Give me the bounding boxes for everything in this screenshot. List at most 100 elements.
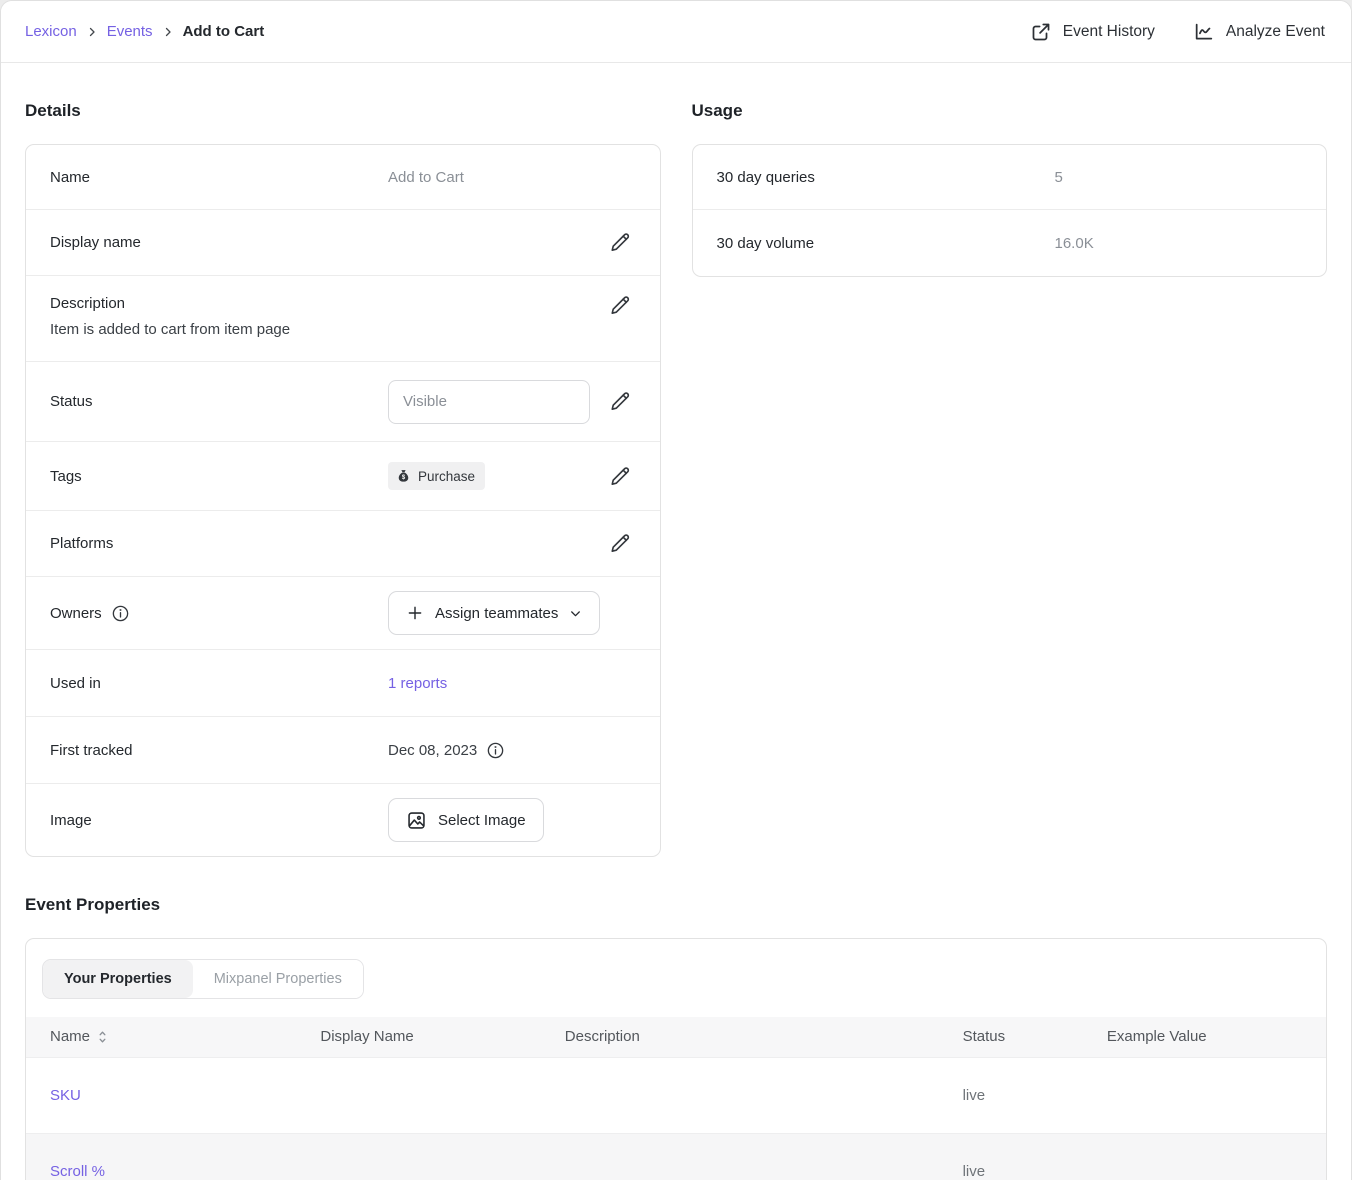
detail-row-first-tracked: First tracked Dec 08, 2023 xyxy=(26,716,660,783)
event-properties-section: Event Properties Your Properties Mixpane… xyxy=(25,895,1327,1180)
property-example-value xyxy=(1083,1057,1326,1133)
property-description xyxy=(541,1133,939,1180)
name-value: Add to Cart xyxy=(388,169,634,186)
event-history-label: Event History xyxy=(1063,23,1155,41)
first-tracked-label: First tracked xyxy=(50,742,388,759)
top-bar: Lexicon Events Add to Cart Event History xyxy=(1,1,1351,63)
property-link-sku[interactable]: SKU xyxy=(50,1087,81,1104)
event-history-button[interactable]: Event History xyxy=(1030,21,1155,43)
owners-info-icon[interactable] xyxy=(111,604,130,623)
property-description xyxy=(541,1057,939,1133)
breadcrumb-lexicon[interactable]: Lexicon xyxy=(25,23,77,40)
assign-teammates-label: Assign teammates xyxy=(435,605,558,622)
detail-row-owners: Owners Assign teammates xyxy=(26,576,660,649)
properties-tabs: Your Properties Mixpanel Properties xyxy=(42,959,364,999)
lexicon-event-detail-page: Lexicon Events Add to Cart Event History xyxy=(0,0,1352,1180)
property-example-value xyxy=(1083,1133,1326,1180)
analyze-event-button[interactable]: Analyze Event xyxy=(1193,21,1325,43)
detail-row-name: Name Add to Cart xyxy=(26,145,660,209)
description-label: Description xyxy=(50,295,388,312)
column-header-description: Description xyxy=(541,1017,939,1057)
event-properties-heading: Event Properties xyxy=(25,895,1327,915)
pencil-icon xyxy=(609,231,632,254)
chevron-down-icon xyxy=(569,607,582,620)
assign-teammates-button[interactable]: Assign teammates xyxy=(388,591,600,635)
breadcrumb-current-event: Add to Cart xyxy=(183,23,265,40)
details-section: Details Name Add to Cart Display name xyxy=(25,63,661,857)
platforms-label: Platforms xyxy=(50,535,388,552)
queries-label: 30 day queries xyxy=(717,169,1055,186)
description-text: Item is added to cart from item page xyxy=(50,321,634,338)
main-content: Details Name Add to Cart Display name xyxy=(1,63,1351,1180)
table-row: SKU live xyxy=(26,1057,1326,1133)
breadcrumb: Lexicon Events Add to Cart xyxy=(25,23,264,40)
detail-row-tags: Tags $ Purchase xyxy=(26,441,660,510)
detail-row-platforms: Platforms xyxy=(26,510,660,576)
used-in-reports-link[interactable]: 1 reports xyxy=(388,675,447,692)
breadcrumb-events[interactable]: Events xyxy=(107,23,153,40)
chevron-right-icon xyxy=(86,26,98,38)
pencil-icon xyxy=(609,294,632,317)
event-properties-card: Your Properties Mixpanel Properties Name xyxy=(25,938,1327,1180)
chevron-right-icon xyxy=(162,26,174,38)
status-input[interactable] xyxy=(388,380,590,424)
detail-row-status: Status xyxy=(26,361,660,441)
select-image-button[interactable]: Select Image xyxy=(388,798,544,842)
detail-row-display-name: Display name xyxy=(26,209,660,275)
external-link-icon xyxy=(1030,21,1052,43)
property-link-scroll-percent[interactable]: Scroll % xyxy=(50,1163,105,1180)
usage-card: 30 day queries 5 30 day volume 16.0K xyxy=(692,144,1328,277)
property-status: live xyxy=(939,1057,1083,1133)
line-chart-icon xyxy=(1193,21,1215,43)
analyze-event-label: Analyze Event xyxy=(1226,23,1325,41)
pencil-icon xyxy=(609,532,632,555)
column-header-example-value: Example Value xyxy=(1083,1017,1326,1057)
pencil-icon xyxy=(609,390,632,413)
name-header-label: Name xyxy=(50,1028,90,1045)
money-bag-icon: $ xyxy=(396,468,411,484)
queries-value: 5 xyxy=(1055,169,1301,186)
column-header-display-name: Display Name xyxy=(296,1017,540,1057)
status-label: Status xyxy=(50,393,388,410)
detail-row-description: Description Item is added to cart from i… xyxy=(26,275,660,361)
properties-table: Name Display Name Description Status Exa… xyxy=(26,1017,1326,1180)
table-row: Scroll % live xyxy=(26,1133,1326,1180)
image-label: Image xyxy=(50,812,388,829)
edit-tags-button[interactable] xyxy=(607,463,634,490)
tags-label: Tags xyxy=(50,468,388,485)
tag-chip-purchase: $ Purchase xyxy=(388,462,485,490)
select-image-label: Select Image xyxy=(438,812,526,829)
volume-label: 30 day volume xyxy=(717,235,1055,252)
usage-row-volume: 30 day volume 16.0K xyxy=(693,209,1327,276)
tag-label: Purchase xyxy=(418,469,475,484)
property-status: live xyxy=(939,1133,1083,1180)
first-tracked-info-icon[interactable] xyxy=(486,741,505,760)
pencil-icon xyxy=(609,465,632,488)
property-display-name xyxy=(296,1057,540,1133)
edit-description-button[interactable] xyxy=(607,292,634,319)
table-header-row: Name Display Name Description Status Exa… xyxy=(26,1017,1326,1057)
tab-mixpanel-properties[interactable]: Mixpanel Properties xyxy=(193,960,363,998)
volume-value: 16.0K xyxy=(1055,235,1301,252)
detail-row-used-in: Used in 1 reports xyxy=(26,649,660,716)
first-tracked-value: Dec 08, 2023 xyxy=(388,742,477,759)
display-name-label: Display name xyxy=(50,234,388,251)
plus-icon xyxy=(406,604,424,622)
usage-row-queries: 30 day queries 5 xyxy=(693,145,1327,209)
detail-row-image: Image Select Image xyxy=(26,783,660,856)
tab-your-properties[interactable]: Your Properties xyxy=(43,960,193,998)
usage-section: Usage 30 day queries 5 30 day volume 16.… xyxy=(692,63,1328,277)
sort-icon xyxy=(97,1030,108,1044)
image-icon xyxy=(406,810,427,831)
owners-label: Owners xyxy=(50,605,102,622)
name-label: Name xyxy=(50,169,388,186)
used-in-label: Used in xyxy=(50,675,388,692)
edit-status-button[interactable] xyxy=(607,388,634,415)
column-header-name[interactable]: Name xyxy=(26,1017,296,1057)
top-bar-actions: Event History Analyze Event xyxy=(1030,21,1325,43)
edit-platforms-button[interactable] xyxy=(607,530,634,557)
usage-heading: Usage xyxy=(692,101,1328,121)
edit-display-name-button[interactable] xyxy=(607,229,634,256)
details-heading: Details xyxy=(25,101,661,121)
property-display-name xyxy=(296,1133,540,1180)
